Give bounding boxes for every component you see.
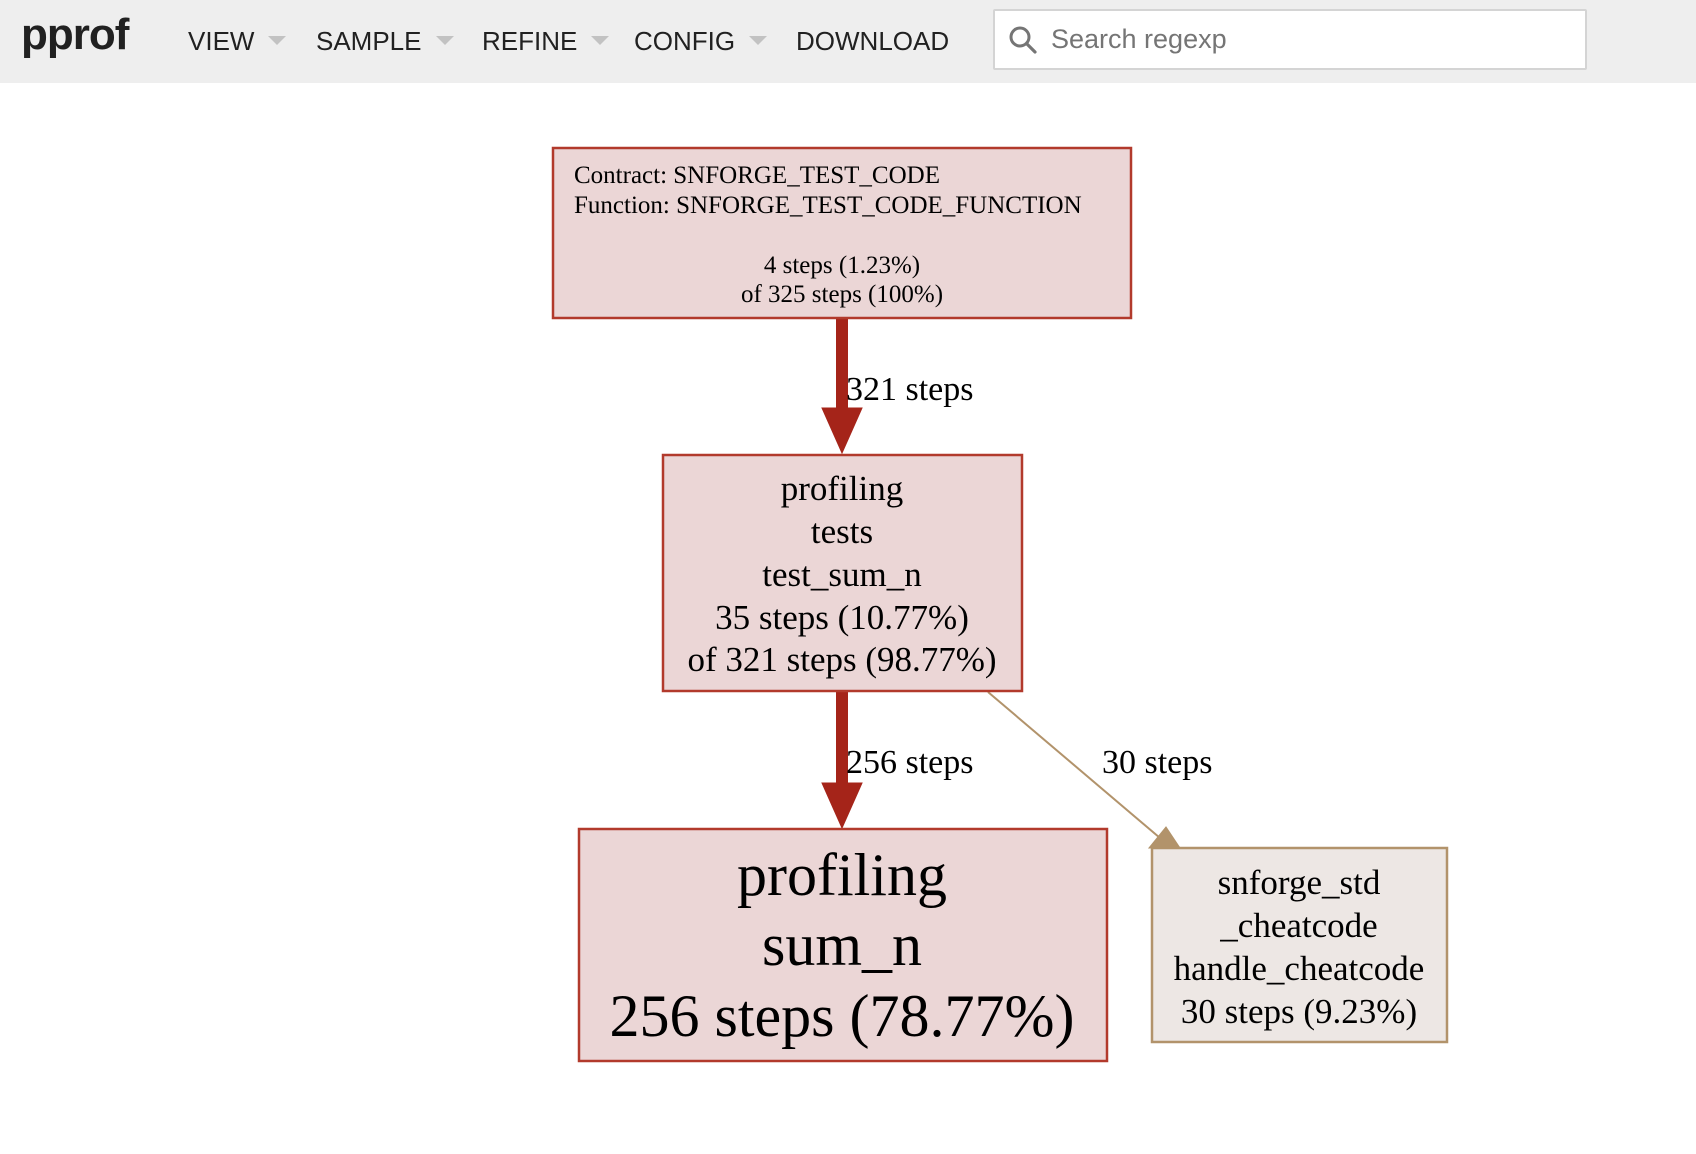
- menu-sample-label: SAMPLE: [316, 26, 422, 56]
- top-toolbar: pprof VIEW SAMPLE REFINE CONFIG DOWNLOAD: [0, 0, 1696, 83]
- menu-download[interactable]: DOWNLOAD: [796, 26, 949, 57]
- menu-view-label: VIEW: [188, 26, 255, 56]
- chevron-down-icon: [435, 36, 454, 45]
- edge-label: 30 steps: [1102, 744, 1213, 781]
- node-flat-value: 256 steps (78.77%): [610, 983, 1075, 1049]
- node-flat-value: 4 steps (1.23%): [764, 252, 920, 279]
- edge-root-to-test-sum-n[interactable]: 321 steps: [821, 318, 974, 455]
- menu-refine-label: REFINE: [482, 26, 578, 56]
- call-graph: 321 steps 256 steps 30 steps Contract: S…: [551, 146, 1449, 1063]
- edge-label: 256 steps: [846, 744, 974, 781]
- search-icon: [1009, 26, 1037, 54]
- chevron-down-icon: [268, 36, 287, 45]
- node-label-line: tests: [811, 512, 873, 551]
- node-label-line: profiling: [781, 469, 903, 508]
- graph-node-test-sum-n[interactable]: profiling tests test_sum_n 35 steps (10.…: [661, 453, 1024, 693]
- node-cum-value: of 325 steps (100%): [741, 281, 943, 308]
- node-label-line: handle_cheatcode: [1174, 949, 1425, 988]
- menu-sample[interactable]: SAMPLE: [316, 26, 454, 57]
- arrowhead-icon: [821, 782, 863, 830]
- graph-node-sum-n[interactable]: profiling sum_n 256 steps (78.77%): [577, 827, 1109, 1063]
- node-label-line: _cheatcode: [1219, 906, 1377, 945]
- arrowhead-icon: [1147, 826, 1181, 849]
- node-label-line: Function: SNFORGE_TEST_CODE_FUNCTION: [574, 192, 1082, 219]
- menu-config[interactable]: CONFIG: [634, 26, 768, 57]
- menu-view[interactable]: VIEW: [188, 26, 287, 57]
- graph-node-root[interactable]: Contract: SNFORGE_TEST_CODE Function: SN…: [551, 146, 1133, 320]
- arrowhead-icon: [821, 407, 863, 455]
- node-label-line: test_sum_n: [762, 555, 921, 594]
- edge-test-sum-n-to-handle-cheatcode[interactable]: 30 steps: [987, 691, 1213, 849]
- node-label-line: profiling: [737, 842, 947, 908]
- node-label-line: sum_n: [762, 912, 922, 978]
- menu-refine[interactable]: REFINE: [482, 26, 610, 57]
- node-label-line: Contract: SNFORGE_TEST_CODE: [574, 162, 940, 189]
- chevron-down-icon: [749, 36, 768, 45]
- pprof-logo: pprof: [21, 10, 129, 59]
- edge-label: 321 steps: [846, 371, 974, 408]
- node-label-line: snforge_std: [1218, 863, 1381, 902]
- search-input[interactable]: [1051, 11, 1571, 68]
- menu-download-label: DOWNLOAD: [796, 26, 950, 56]
- graph-node-handle-cheatcode[interactable]: snforge_std _cheatcode handle_cheatcode …: [1150, 846, 1449, 1044]
- menu-config-label: CONFIG: [634, 26, 736, 56]
- chevron-down-icon: [591, 36, 610, 45]
- node-cum-value: of 321 steps (98.77%): [687, 640, 996, 679]
- search-box[interactable]: [993, 9, 1587, 70]
- edge-test-sum-n-to-sum-n[interactable]: 256 steps: [821, 691, 974, 830]
- node-flat-value: 35 steps (10.77%): [715, 598, 969, 637]
- node-flat-value: 30 steps (9.23%): [1181, 992, 1417, 1031]
